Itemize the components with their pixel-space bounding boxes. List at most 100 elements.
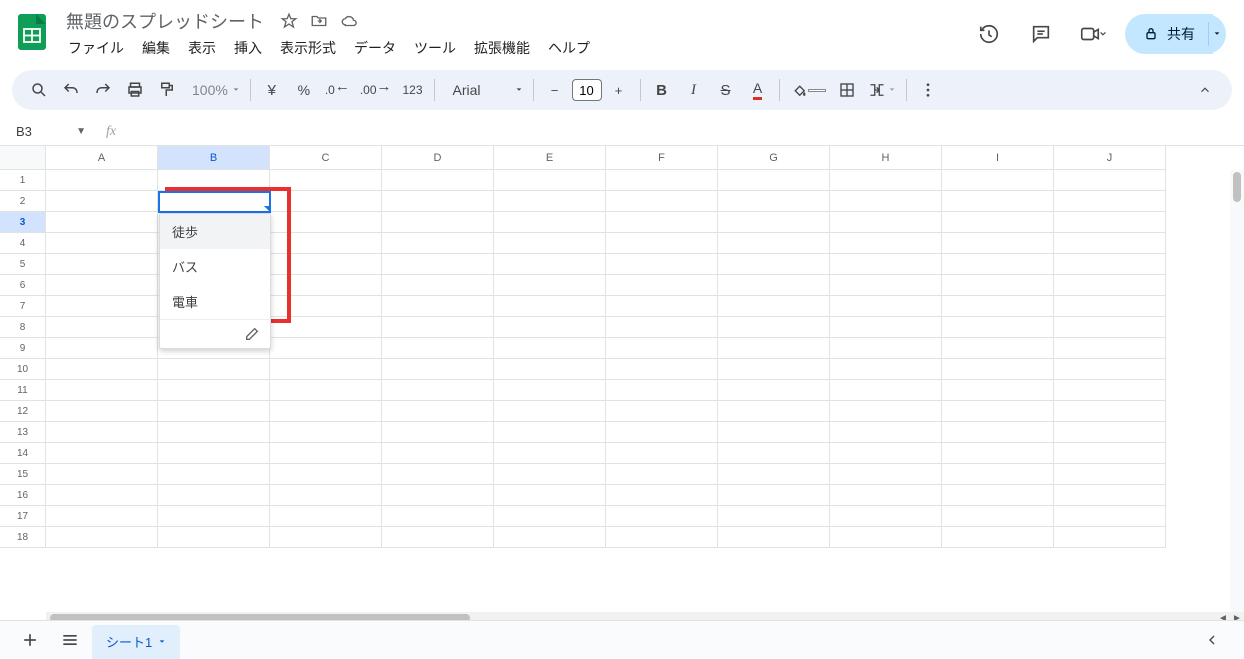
row-header-13[interactable]: 13 [0,422,46,443]
cell-D4[interactable] [382,233,494,254]
cell-I6[interactable] [942,275,1054,296]
cell-J1[interactable] [1054,170,1166,191]
cell-G5[interactable] [718,254,830,275]
cell-B10[interactable] [158,359,270,380]
document-title[interactable]: 無題のスプレッドシート [60,6,270,36]
text-color-button[interactable]: A [743,75,773,105]
cell-F4[interactable] [606,233,718,254]
share-dropdown[interactable] [1202,14,1226,54]
cell-I5[interactable] [942,254,1054,275]
dropdown-caret-icon[interactable] [264,206,270,212]
cell-E1[interactable] [494,170,606,191]
share-button[interactable]: 共有 [1125,14,1213,54]
cell-A4[interactable] [46,233,158,254]
history-icon[interactable] [969,14,1009,54]
cell-D3[interactable] [382,212,494,233]
cell-A12[interactable] [46,401,158,422]
strikethrough-button[interactable]: S [711,75,741,105]
dropdown-option[interactable]: バス [160,249,270,284]
cell-E11[interactable] [494,380,606,401]
more-button[interactable] [913,75,943,105]
all-sheets-button[interactable] [52,625,88,655]
paint-format-icon[interactable] [152,75,182,105]
cell-J7[interactable] [1054,296,1166,317]
cell-C7[interactable] [270,296,382,317]
increase-font-size[interactable]: + [604,75,634,105]
cell-D5[interactable] [382,254,494,275]
cell-G16[interactable] [718,485,830,506]
cell-G2[interactable] [718,191,830,212]
font-select[interactable]: Arial [441,75,527,105]
column-header-A[interactable]: A [46,146,158,170]
cell-H7[interactable] [830,296,942,317]
cell-A2[interactable] [46,191,158,212]
cell-F8[interactable] [606,317,718,338]
cell-B11[interactable] [158,380,270,401]
cell-D18[interactable] [382,527,494,548]
fill-color-button[interactable] [786,75,830,105]
dropdown-option[interactable]: 徒歩 [160,214,270,249]
zoom-select[interactable]: 100% [184,75,244,105]
cell-C8[interactable] [270,317,382,338]
cell-A16[interactable] [46,485,158,506]
cell-A15[interactable] [46,464,158,485]
decrease-decimal-button[interactable]: .0← [321,75,354,105]
cell-F5[interactable] [606,254,718,275]
cell-F12[interactable] [606,401,718,422]
cell-D10[interactable] [382,359,494,380]
sheet-tab-1[interactable]: シート1 [92,625,180,659]
cell-H15[interactable] [830,464,942,485]
vertical-scrollbar[interactable] [1230,170,1244,612]
percent-button[interactable]: % [289,75,319,105]
cell-J11[interactable] [1054,380,1166,401]
cell-A5[interactable] [46,254,158,275]
cell-I1[interactable] [942,170,1054,191]
cell-A14[interactable] [46,443,158,464]
cell-H11[interactable] [830,380,942,401]
cell-C9[interactable] [270,338,382,359]
cell-A10[interactable] [46,359,158,380]
dropdown-option[interactable]: 電車 [160,284,270,319]
cell-G10[interactable] [718,359,830,380]
cell-D7[interactable] [382,296,494,317]
dropdown-edit-button[interactable] [160,319,270,348]
cell-F2[interactable] [606,191,718,212]
row-header-1[interactable]: 1 [0,170,46,191]
row-header-5[interactable]: 5 [0,254,46,275]
menu-view[interactable]: 表示 [180,34,224,62]
column-header-B[interactable]: B [158,146,270,170]
row-header-3[interactable]: 3 [0,212,46,233]
print-icon[interactable] [120,75,150,105]
menu-insert[interactable]: 挿入 [226,34,270,62]
cell-D8[interactable] [382,317,494,338]
row-header-14[interactable]: 14 [0,443,46,464]
cell-A1[interactable] [46,170,158,191]
cell-G3[interactable] [718,212,830,233]
cell-G15[interactable] [718,464,830,485]
cell-I16[interactable] [942,485,1054,506]
cell-C16[interactable] [270,485,382,506]
cell-I9[interactable] [942,338,1054,359]
menu-data[interactable]: データ [346,34,404,62]
column-header-H[interactable]: H [830,146,942,170]
cell-E13[interactable] [494,422,606,443]
menu-help[interactable]: ヘルプ [540,34,598,62]
cell-I17[interactable] [942,506,1054,527]
cell-J14[interactable] [1054,443,1166,464]
cell-E9[interactable] [494,338,606,359]
select-all-corner[interactable] [0,146,46,170]
cell-F14[interactable] [606,443,718,464]
cell-H18[interactable] [830,527,942,548]
cell-C13[interactable] [270,422,382,443]
menu-file[interactable]: ファイル [60,34,132,62]
row-header-2[interactable]: 2 [0,191,46,212]
cell-F17[interactable] [606,506,718,527]
cell-A3[interactable] [46,212,158,233]
cell-J12[interactable] [1054,401,1166,422]
cell-A6[interactable] [46,275,158,296]
move-folder-icon[interactable] [308,10,330,32]
cell-H12[interactable] [830,401,942,422]
cell-I18[interactable] [942,527,1054,548]
cell-F9[interactable] [606,338,718,359]
cell-H3[interactable] [830,212,942,233]
